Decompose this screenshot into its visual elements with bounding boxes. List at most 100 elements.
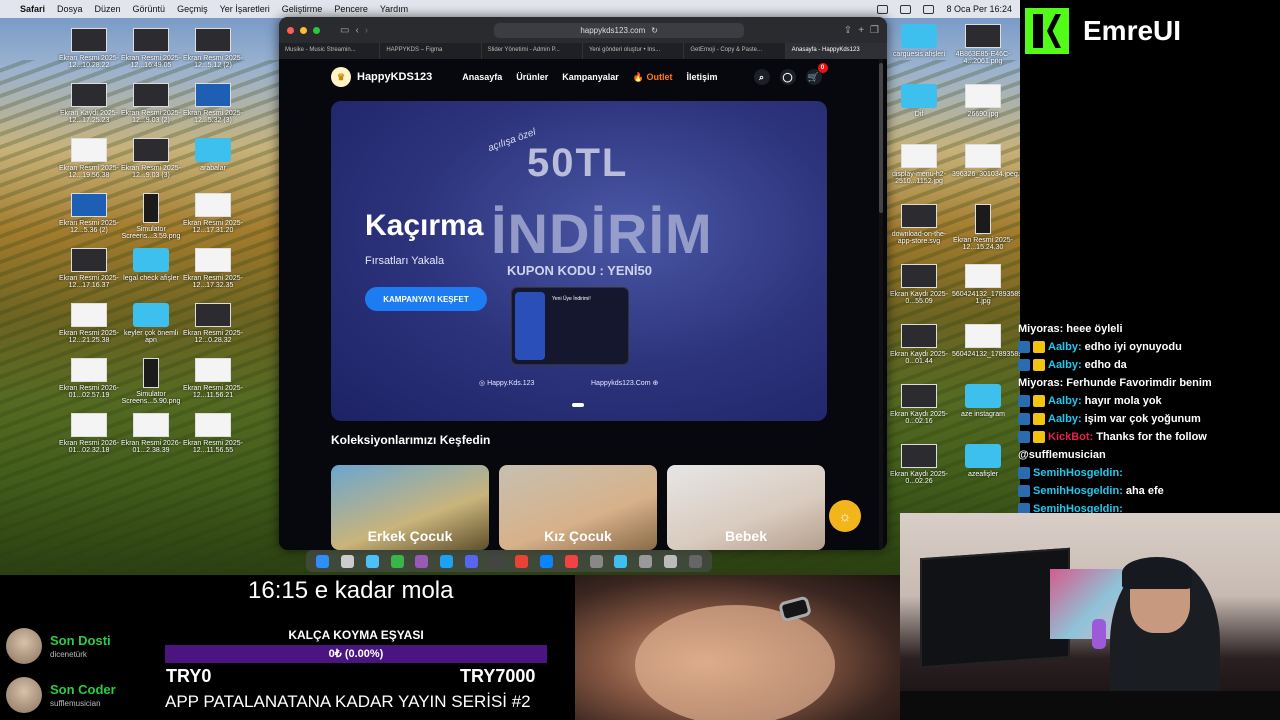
desktop-file-icon[interactable]: carguesis afişleri	[888, 24, 950, 58]
wifi-icon[interactable]	[923, 4, 935, 14]
desktop-file-icon[interactable]: Ekran Resmi 2025-12...19.56.38	[58, 138, 120, 179]
menu-item-gecmis[interactable]: Geçmiş	[177, 4, 208, 14]
desktop-file-icon[interactable]: Ekran Kaydı 2025-12...17.25.23	[58, 83, 120, 124]
chat-username[interactable]: Aalby:	[1048, 341, 1082, 353]
nav-anasayfa[interactable]: Anasayfa	[462, 72, 502, 82]
desktop-file-icon[interactable]: 560424132_17893589952...5_n-1.jpg	[952, 264, 1020, 305]
desktop-file-icon[interactable]: Ekran Resmi 2025-12...9.03 (2)	[120, 83, 182, 124]
close-window-button[interactable]	[287, 26, 294, 34]
tab-anasayfa[interactable]: Anasayfa - HappyKds123	[785, 43, 887, 59]
chat-username[interactable]: Aalby:	[1048, 413, 1082, 425]
desktop-file-icon[interactable]: Ekran Resmi 2025-12...5.32 (3)	[182, 83, 244, 124]
dock-app-icon[interactable]	[664, 554, 678, 568]
desktop-file-icon[interactable]: azeafişler	[952, 444, 1014, 478]
sidebar-icon[interactable]: ▭	[340, 25, 349, 36]
chat-username[interactable]: Miyoras:	[1018, 323, 1063, 335]
desktop-file-icon[interactable]: Ekran Resmi 2025-12...11.56.21	[182, 358, 244, 399]
carousel-dot[interactable]	[572, 403, 584, 407]
dock-app-icon[interactable]	[390, 554, 404, 568]
page-scrollbar[interactable]	[879, 59, 883, 550]
collection-card-erkek[interactable]: Erkek Çocuk	[331, 465, 489, 550]
battery-icon[interactable]	[900, 4, 912, 14]
desktop-file-icon[interactable]: 560424132_17893589952...65_n.jpg	[952, 324, 1020, 358]
dock-app-icon[interactable]	[689, 554, 703, 568]
tab-slider-admin[interactable]: Slider Yönetimi - Admin P...	[482, 43, 583, 59]
site-logo[interactable]: ♛ HappyKDS123	[331, 67, 432, 87]
dock-app-icon[interactable]	[614, 554, 628, 568]
dock-app-icon[interactable]	[315, 554, 329, 568]
menu-item-goruntu[interactable]: Görüntü	[133, 4, 166, 14]
desktop-file-icon[interactable]: Ekran Kaydı 2025-0...55.09	[888, 264, 950, 305]
collection-card-kiz[interactable]: Kız Çocuk	[499, 465, 657, 550]
dock-app-icon[interactable]	[539, 554, 553, 568]
tab-figma[interactable]: HAPPYKDS – Figma	[380, 43, 482, 59]
dock-app-icon[interactable]	[365, 554, 379, 568]
search-icon[interactable]: ⌕	[753, 69, 770, 85]
desktop-file-icon[interactable]: Ekran Resmi 2025-12...15.24.30	[952, 204, 1014, 251]
desktop-file-icon[interactable]: display-menu-h2-2510...1152.jpg	[888, 144, 950, 185]
menu-clock[interactable]: 8 Oca Per 16:24	[946, 4, 1012, 14]
tab-musike[interactable]: Musike - Music Streamin...	[279, 43, 381, 59]
address-bar[interactable]: happykds123.com ↻	[494, 22, 745, 38]
chat-username[interactable]: Aalby:	[1048, 395, 1082, 407]
menu-app-name[interactable]: Safari	[20, 4, 45, 14]
reload-icon[interactable]: ↻	[651, 26, 658, 35]
desktop-file-icon[interactable]: aze instagram	[952, 384, 1014, 418]
desktop-file-icon[interactable]: Ekran Resmi 2026-01...02.32.18	[58, 413, 120, 454]
back-icon[interactable]: ‹	[355, 25, 358, 36]
nav-urunler[interactable]: Ürünler	[516, 72, 548, 82]
menu-item-pencere[interactable]: Pencere	[334, 4, 368, 14]
collection-card-bebek[interactable]: Bebek	[667, 465, 825, 550]
nav-iletisim[interactable]: İletişim	[687, 72, 718, 82]
tab-overview-icon[interactable]: ❐	[870, 25, 879, 36]
desktop-file-icon[interactable]: Ekran Resmi 2025-12...5.12 (2)	[182, 28, 244, 69]
tab-instagram[interactable]: Yeni gönderi oluştur • Ins...	[583, 43, 685, 59]
desktop-file-icon[interactable]: Ekran Resmi 2025-12...5.36 (2)	[58, 193, 120, 234]
desktop-file-icon[interactable]: Ekran Resmi 2026-01...02.57.19	[58, 358, 120, 399]
desktop-file-icon[interactable]: Simulator Screens...3.59.png	[120, 193, 182, 240]
desktop-file-icon[interactable]: Ekran Resmi 2025-12...21.25.38	[58, 303, 120, 344]
menu-item-yardim[interactable]: Yardım	[380, 4, 408, 14]
theme-toggle-button[interactable]: ☼	[829, 500, 861, 532]
dock-app-icon[interactable]	[589, 554, 603, 568]
chat-username[interactable]: SemihHosgeldin:	[1033, 467, 1123, 479]
status-icon[interactable]	[877, 4, 889, 14]
desktop-file-icon[interactable]: Ekran Resmi 2026-01...2.38.39	[120, 413, 182, 454]
cart-icon[interactable]: 🛒 0	[805, 63, 828, 85]
hero-cta-button[interactable]: KAMPANYAYI KEŞFET	[365, 287, 487, 311]
chat-username[interactable]: Miyoras:	[1018, 377, 1063, 389]
minimize-window-button[interactable]	[300, 26, 307, 34]
scrollbar-thumb[interactable]	[879, 63, 883, 213]
chat-username[interactable]: SemihHosgeldin:	[1033, 485, 1123, 497]
nav-outlet[interactable]: 🔥 Outlet	[633, 72, 673, 83]
forward-icon[interactable]: ›	[365, 25, 368, 36]
desktop-file-icon[interactable]: Ekran Resmi 2025-12...16.49.05	[120, 28, 182, 69]
hero-banner[interactable]: açılışa özel 50TL İNDİRİM KUPON KODU : Y…	[331, 101, 827, 421]
dock-app-icon[interactable]	[440, 554, 454, 568]
desktop-file-icon[interactable]: keyler çok önemli apn	[120, 303, 182, 344]
desktop-file-icon[interactable]: legal check afişler	[120, 248, 182, 282]
desktop-file-icon[interactable]: Ekran Resmi 2025-12...17.31.20	[182, 193, 244, 234]
desktop-file-icon[interactable]: download-on-the-app-store.svg	[888, 204, 950, 245]
desktop-file-icon[interactable]: Ekran Resmi 2025-12...17.32.35	[182, 248, 244, 289]
desktop-file-icon[interactable]: Ekran Kaydı 2025-0...01.44	[888, 324, 950, 365]
desktop-file-icon[interactable]: Ekran Resmi 2025-12...0.28.32	[182, 303, 244, 344]
chat-username[interactable]: Aalby:	[1048, 359, 1082, 371]
menu-item-gelistirme[interactable]: Geliştirme	[282, 4, 323, 14]
desktop-file-icon[interactable]: Ekran Kaydı 2025-0...02.16	[888, 384, 950, 425]
dock-app-icon[interactable]	[490, 554, 504, 568]
dock-app-icon[interactable]	[340, 554, 354, 568]
desktop-file-icon[interactable]: Simulator Screens...5.90.png	[120, 358, 182, 405]
dock-app-icon[interactable]	[415, 554, 429, 568]
share-icon[interactable]: ⇪	[844, 25, 852, 36]
chat-username[interactable]: KickBot:	[1048, 431, 1093, 443]
new-tab-icon[interactable]: +	[858, 25, 864, 36]
desktop-file-icon[interactable]: arabalar	[182, 138, 244, 172]
zoom-window-button[interactable]	[313, 26, 320, 34]
desktop-file-icon[interactable]: Ekran Resmi 2025-12...9.03 (3)	[120, 138, 182, 179]
nav-kampanyalar[interactable]: Kampanyalar	[562, 72, 619, 82]
dock-app-icon[interactable]	[564, 554, 578, 568]
desktop-file-icon[interactable]: 4B863E85-E46C-4...2061.png	[952, 24, 1014, 65]
desktop-file-icon[interactable]: 26690.jpg	[952, 84, 1014, 118]
desktop-file-icon[interactable]: Ekran Resmi 2025-12...11.56.55	[182, 413, 244, 454]
